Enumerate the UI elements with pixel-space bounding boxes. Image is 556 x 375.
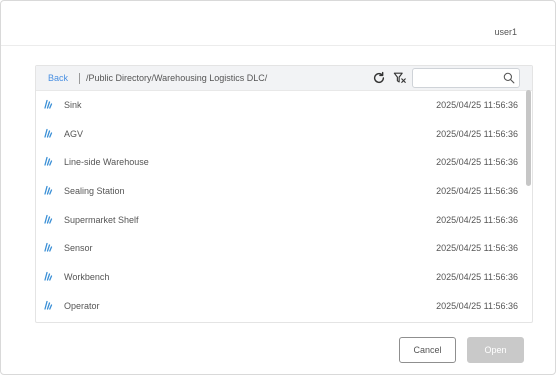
file-list: Sink 2025/04/25 11:56:36 AGV 2025/04/25 11:… [36,91,524,322]
file-icon [44,300,53,310]
file-date: 2025/04/25 11:56:36 [436,300,518,311]
file-icon [44,185,53,195]
dialog-header: user1 [1,1,555,46]
file-row[interactable]: Workbench 2025/04/25 11:56:36 [36,263,524,292]
refresh-icon[interactable] [372,71,386,85]
file-row[interactable]: Supermarket Shelf 2025/04/25 11:56:36 [36,206,524,235]
file-name: Sealing Station [64,186,125,197]
current-path: /Public Directory/Warehousing Logistics … [86,73,268,83]
file-date: 2025/04/25 11:56:36 [436,100,518,110]
file-row[interactable]: Sensor 2025/04/25 11:56:36 [36,234,524,263]
file-name: AGV [64,128,84,139]
file-date: 2025/04/25 11:56:36 [436,186,518,197]
open-file-dialog: user1 Back /Public Directory/Warehousing… [0,0,556,375]
username-label: user1 [494,27,517,37]
file-date: 2025/04/25 11:56:36 [436,128,518,139]
file-icon [44,157,53,167]
vertical-scrollbar[interactable] [526,90,531,186]
file-row[interactable]: Sink 2025/04/25 11:56:36 [36,91,524,120]
file-icon [44,99,53,109]
search-icon[interactable] [503,72,515,84]
file-browser: Back /Public Directory/Warehousing Logis… [35,65,533,323]
file-date: 2025/04/25 11:56:36 [436,157,518,168]
file-name: Line-side Warehouse [64,157,149,168]
file-icon [44,271,53,281]
file-date: 2025/04/25 11:56:36 [436,272,518,283]
file-icon [44,214,53,224]
file-date: 2025/04/25 11:56:36 [436,243,518,254]
search-input[interactable] [417,71,501,85]
filter-icon[interactable] [393,71,407,85]
file-row[interactable]: AGV 2025/04/25 11:56:36 [36,120,524,149]
file-toolbar: Back /Public Directory/Warehousing Logis… [36,66,532,91]
file-row[interactable]: Line-side Warehouse 2025/04/25 11:56:36 [36,148,524,177]
file-name: Supermarket Shelf [64,214,139,225]
file-row[interactable]: Sealing Station 2025/04/25 11:56:36 [36,177,524,206]
file-name: Sink [64,100,82,110]
back-link[interactable]: Back [48,73,68,83]
file-row[interactable]: Operator 2025/04/25 11:56:36 [36,292,524,321]
file-icon [44,243,53,253]
file-name: Sensor [64,243,93,254]
cancel-button[interactable]: Cancel [399,337,456,363]
file-icon [44,128,53,138]
file-name: Workbench [64,272,110,283]
open-button[interactable]: Open [467,337,524,363]
path-separator [79,73,80,84]
file-name: Operator [64,300,100,311]
file-date: 2025/04/25 11:56:36 [436,214,518,225]
search-box [412,68,520,88]
